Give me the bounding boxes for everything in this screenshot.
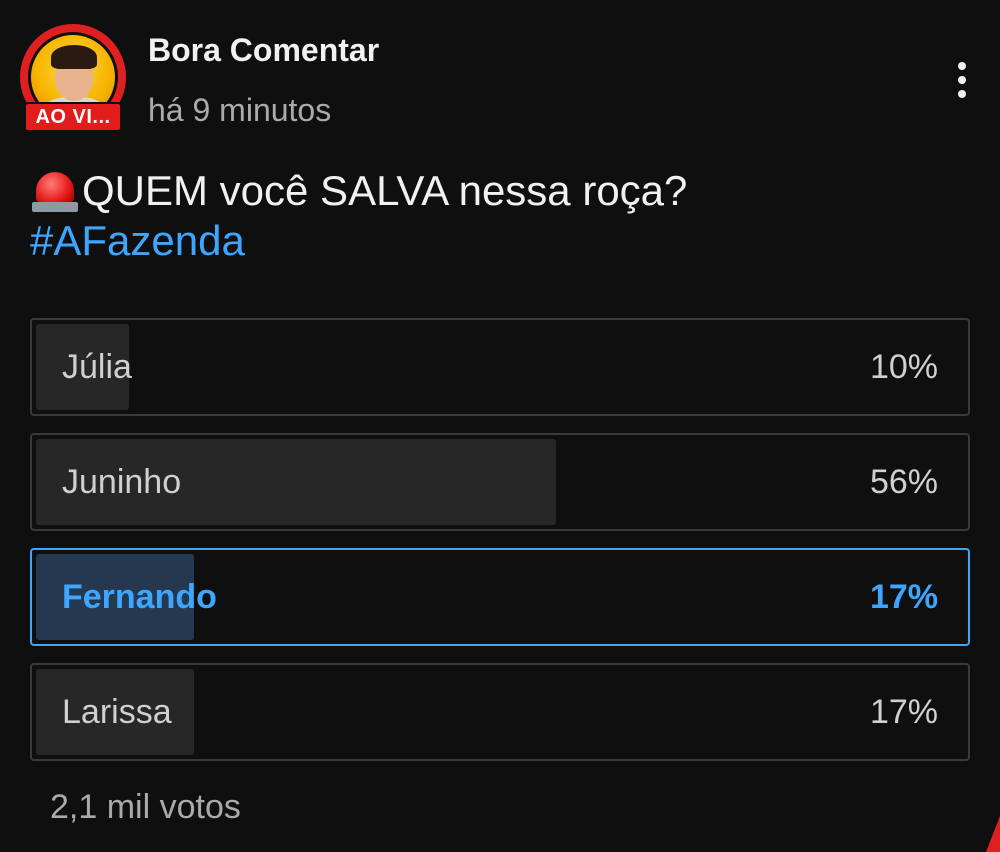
poll-option-fernando[interactable]: Fernando 17% [30, 548, 970, 646]
poll-option-percent: 10% [869, 348, 938, 386]
poll-option-label: Fernando [62, 578, 217, 616]
menu-dot [958, 90, 966, 98]
menu-dot [958, 76, 966, 84]
question-text: QUEM você SALVA nessa roça? [82, 167, 688, 214]
post-timestamp: há 9 minutos [148, 92, 332, 128]
menu-dot [958, 62, 966, 70]
vote-count: 2,1 mil votos [50, 788, 241, 826]
poll-option-label: Larissa [62, 693, 172, 731]
siren-dome [36, 172, 74, 202]
channel-name[interactable]: Bora Comentar [148, 32, 379, 69]
post-text: QUEM você SALVA nessa roça? #AFazenda [30, 166, 970, 266]
poll-option-larissa[interactable]: Larissa 17% [30, 663, 970, 761]
more-vert-icon[interactable] [942, 56, 982, 104]
poll-option-label: Juninho [62, 463, 182, 501]
poll-option-percent: 56% [869, 463, 938, 501]
post-header: AO VI... Bora Comentar há 9 minutos [20, 24, 980, 134]
hashtag-link[interactable]: #AFazenda [30, 216, 970, 266]
avatar-hair [51, 45, 97, 69]
live-badge: AO VI... [24, 102, 122, 132]
corner-accent [986, 816, 1000, 852]
siren-base [32, 202, 78, 212]
poll-options: Júlia 10% Juninho 56% Fernando 17% Laris… [30, 318, 970, 778]
poll-option-percent: 17% [869, 578, 938, 616]
poll-option-label: Júlia [62, 348, 132, 386]
poll-option-julia[interactable]: Júlia 10% [30, 318, 970, 416]
channel-avatar[interactable]: AO VI... [20, 24, 126, 134]
poll-option-juninho[interactable]: Juninho 56% [30, 433, 970, 531]
community-post: AO VI... Bora Comentar há 9 minutos QUEM… [0, 0, 1000, 852]
poll-option-percent: 17% [869, 693, 938, 731]
police-siren-icon [30, 166, 82, 216]
